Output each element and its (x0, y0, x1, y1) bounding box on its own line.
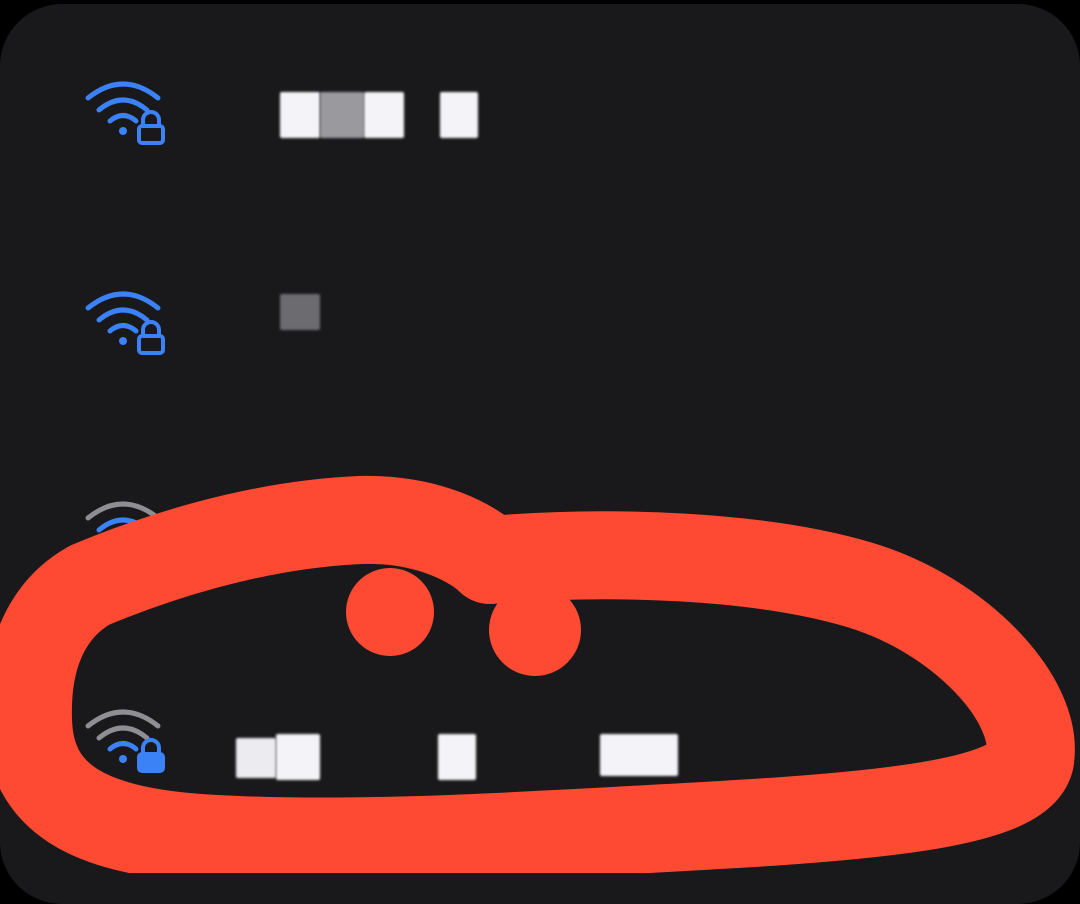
wifi-network-item[interactable] (0, 74, 1080, 194)
wifi-network-item[interactable] (0, 702, 1080, 822)
wifi-lock-icon (85, 291, 165, 355)
wifi-lock-icon (85, 501, 165, 565)
network-name-redacted (280, 294, 322, 340)
wifi-lock-icon (85, 81, 165, 145)
network-name-redacted (236, 734, 686, 780)
wifi-lock-icon (85, 709, 165, 773)
wifi-network-item[interactable] (0, 494, 1080, 614)
wifi-network-list (0, 4, 1080, 904)
network-name-redacted (280, 92, 480, 138)
wifi-network-item[interactable] (0, 284, 1080, 404)
